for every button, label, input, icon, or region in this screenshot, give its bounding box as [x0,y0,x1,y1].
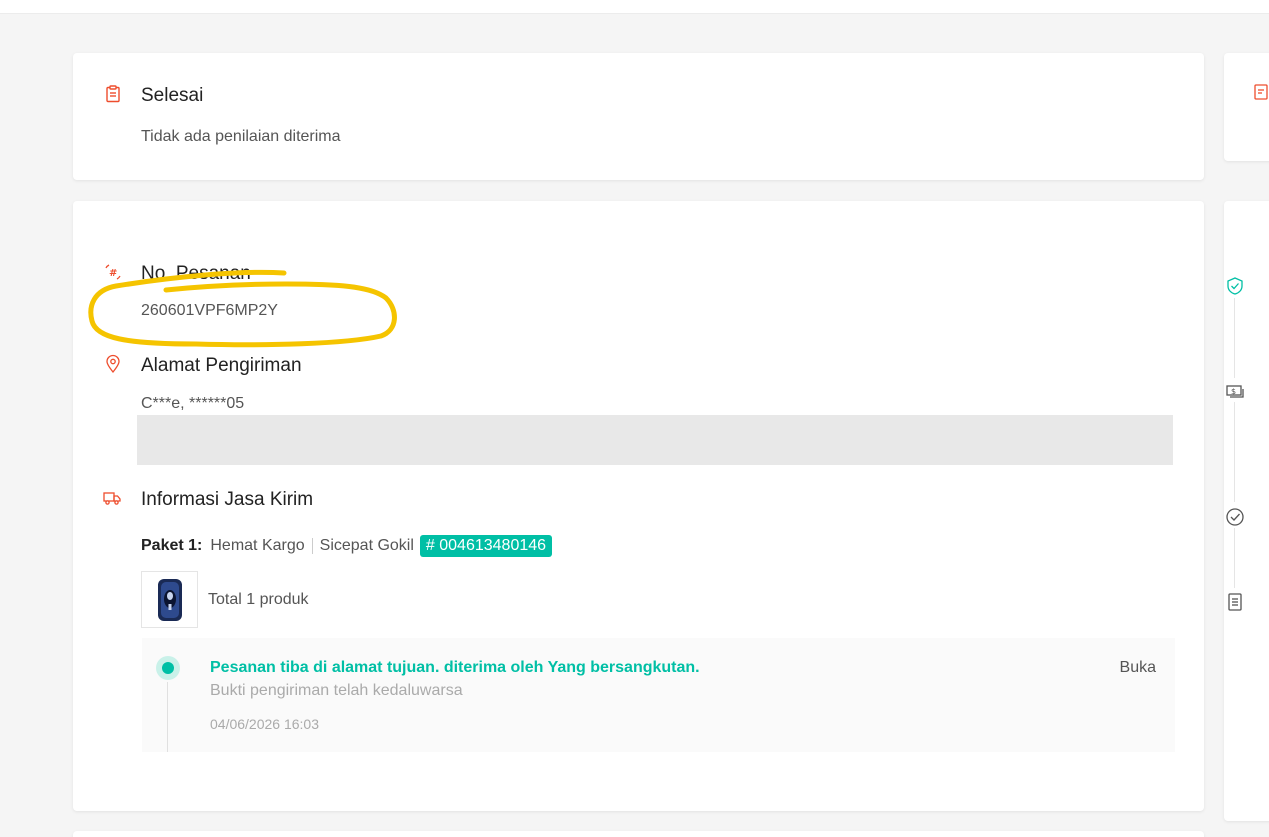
side-timeline-line [1234,402,1235,502]
package-row: Paket 1: Hemat Kargo Sicepat Gokil # 004… [141,535,553,557]
shipping-title: Informasi Jasa Kirim [141,489,314,510]
timeline-dot [156,656,180,680]
side-timeline-line [1234,528,1235,588]
document-icon [1228,593,1242,611]
order-number-title: No. Pesanan [141,263,251,284]
order-detail-card: # No. Pesanan 260601VPF6MP2Y Alamat Peng… [73,201,1204,811]
tracking-note: Bukti pengiriman telah kedaluwarsa [210,682,463,699]
product-thumbnail[interactable] [141,571,198,628]
status-subtitle: Tidak ada penilaian diterima [141,128,341,145]
svg-text:$: $ [1231,387,1236,396]
shield-check-icon [1227,277,1243,295]
courier-name: Sicepat Gokil [319,537,414,554]
side-timeline-line [1234,298,1235,378]
address-title: Alamat Pengiriman [141,355,302,376]
money-icon: $ [1226,385,1244,398]
order-number-value: 260601VPF6MP2Y [141,302,278,319]
status-card: Selesai Tidak ada penilaian diterima [73,53,1204,180]
tracking-timeline: Pesanan tiba di alamat tujuan. diterima … [142,638,1175,752]
divider [311,538,313,554]
tracking-timestamp: 04/06/2026 16:03 [210,716,319,732]
side-timeline-card: $ [1224,201,1269,821]
package-label: Paket 1: [141,537,203,554]
status-title: Selesai [141,85,204,106]
address-detail-redacted [137,415,1173,465]
address-recipient: C***e, ******05 [141,395,245,412]
open-tracking-link[interactable]: Buka [1120,659,1156,677]
shipping-service: Hemat Kargo [210,537,305,554]
total-products: Total 1 produk [208,591,309,608]
clipboard-icon [106,85,120,103]
next-card [73,831,1204,837]
location-pin-icon [106,354,120,374]
svg-text:#: # [109,268,117,279]
top-bar [0,0,1269,14]
timeline-line [167,682,168,752]
product-image [157,578,182,621]
check-circle-icon [1226,508,1244,526]
tracking-event: Pesanan tiba di alamat tujuan. diterima … [210,659,700,676]
hash-icon: # [105,264,121,280]
tracking-number-badge[interactable]: # 004613480146 [419,535,553,557]
side-card-top [1224,53,1269,161]
receipt-icon[interactable] [1252,82,1269,102]
truck-icon [103,492,121,505]
